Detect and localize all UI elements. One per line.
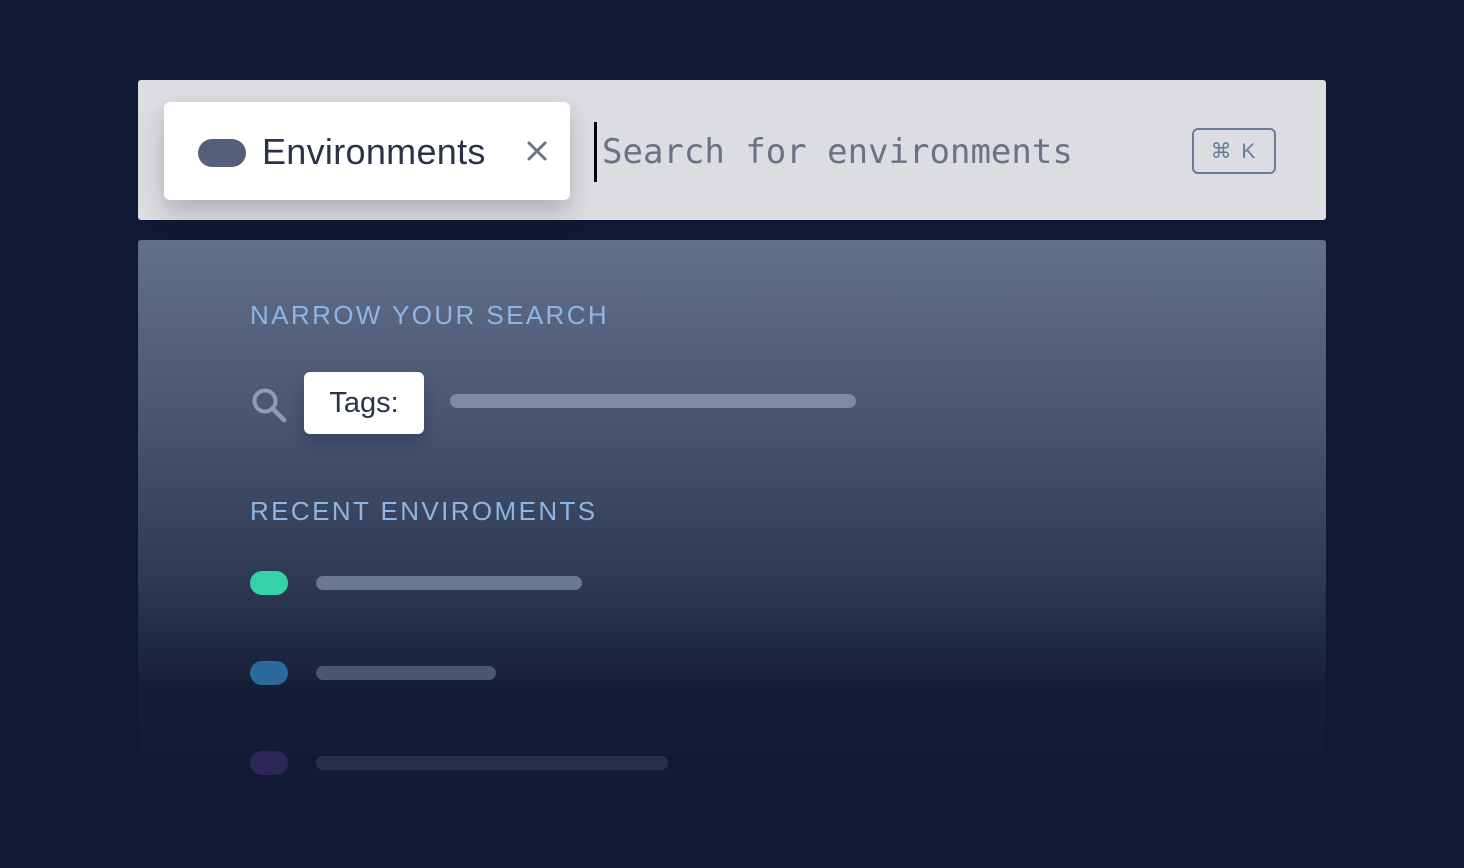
environment-pill-icon [198, 139, 246, 167]
environment-name-placeholder [316, 666, 496, 680]
environment-color-dot [250, 751, 288, 775]
environment-name-placeholder [316, 756, 668, 770]
scope-chip[interactable]: Environments [164, 102, 570, 200]
recent-environment-item[interactable] [250, 658, 750, 688]
narrow-search-heading: NARROW YOUR SEARCH [250, 300, 610, 330]
search-icon [250, 386, 288, 424]
search-dropdown-panel: NARROW YOUR SEARCH Tags: RECENT ENVIROME… [138, 240, 1326, 868]
scope-chip-label: Environments [262, 131, 486, 172]
recent-environments-heading: RECENT ENVIROMENTS [250, 496, 598, 526]
search-bar: Environments ⌘ K [138, 80, 1326, 220]
keyboard-shortcut-badge: ⌘ K [1192, 128, 1276, 174]
close-icon[interactable] [522, 136, 552, 166]
recent-environment-item[interactable] [250, 748, 750, 778]
text-caret [594, 122, 597, 182]
page: Environments ⌘ K NARROW YOUR SEARCH Tags… [0, 0, 1464, 868]
search-input[interactable] [602, 124, 1162, 180]
recent-environment-item[interactable] [250, 568, 750, 598]
tags-value-placeholder [450, 394, 856, 408]
environment-color-dot [250, 661, 288, 685]
tags-filter-chip[interactable]: Tags: [304, 372, 424, 434]
environment-name-placeholder [316, 576, 582, 590]
environment-color-dot [250, 571, 288, 595]
